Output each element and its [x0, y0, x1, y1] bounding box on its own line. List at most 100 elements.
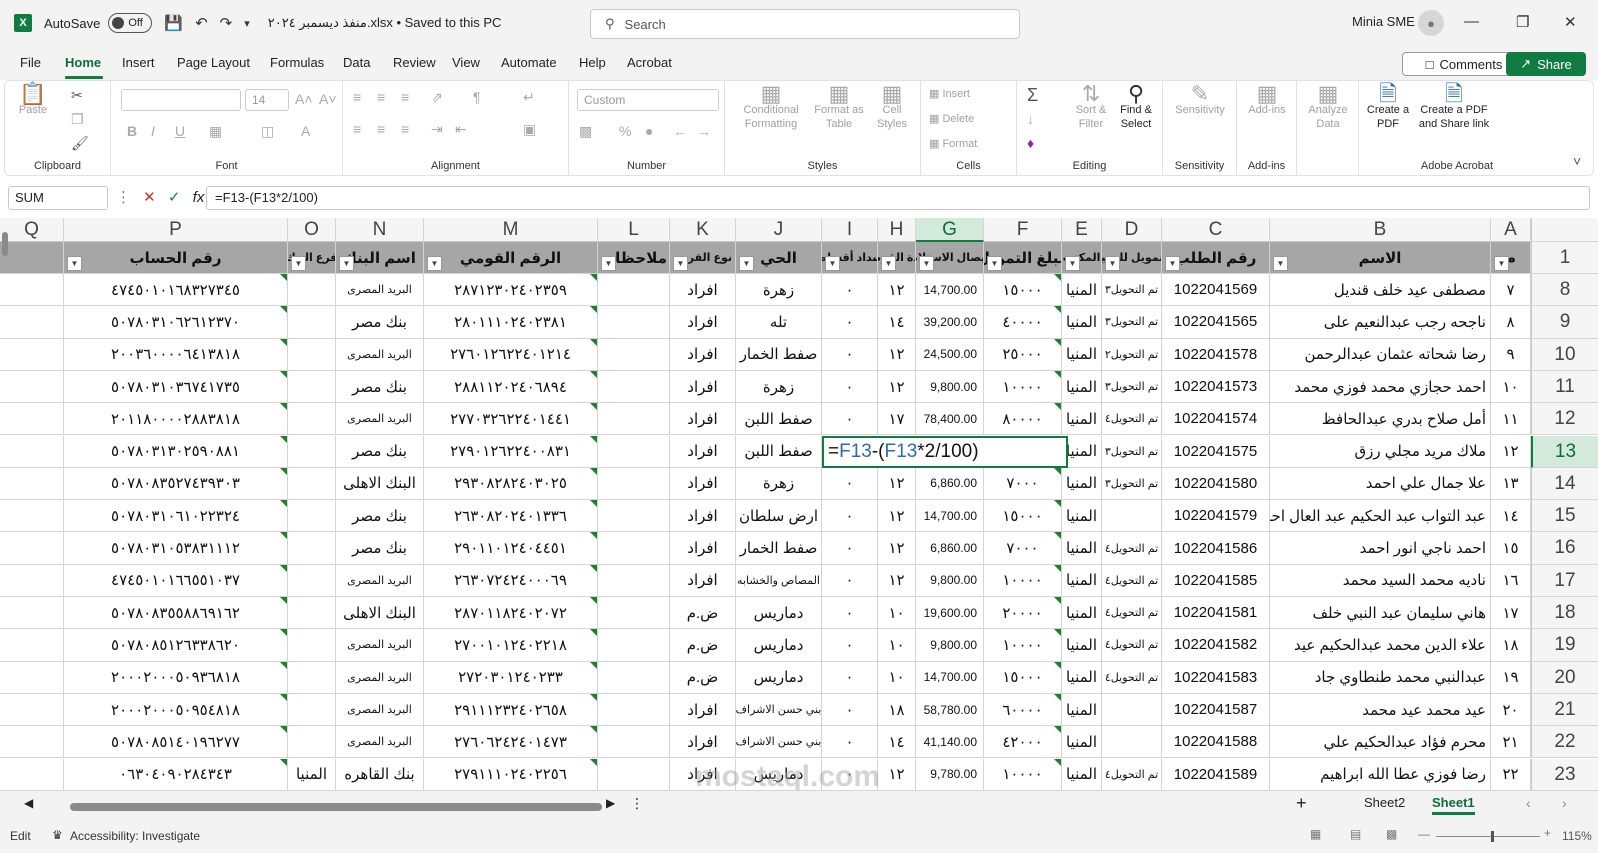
header-cell-a[interactable]: م ▼	[1491, 242, 1531, 274]
cell-d[interactable]: تم التحويل٣	[1102, 435, 1162, 468]
column-header-h[interactable]: H	[878, 218, 916, 242]
normal-view-icon[interactable]: ▦	[1310, 827, 1321, 841]
sort-filter-button[interactable]: ⇅ Sort & Filter	[1071, 83, 1111, 131]
cell-b[interactable]: عيد محمد عيد محمد	[1270, 693, 1491, 727]
font-color-icon[interactable]: A	[301, 123, 310, 139]
menu-data[interactable]: Data	[343, 55, 370, 70]
accessibility-status[interactable]: Accessibility: Investigate	[70, 829, 200, 843]
close-icon[interactable]: ✕	[1564, 13, 1577, 31]
cell-c[interactable]: 1022041578	[1162, 338, 1270, 371]
cell-l[interactable]	[598, 403, 670, 436]
cell-n[interactable]: البريد المصرى	[336, 338, 424, 371]
outdent-icon[interactable]: ⇤	[455, 121, 467, 138]
font-name-combo[interactable]	[121, 89, 241, 111]
header-cell-h[interactable]: مدة القرض▼	[878, 242, 916, 274]
cell-n[interactable]: البريد المصرى	[336, 564, 424, 597]
cell-l[interactable]	[598, 500, 670, 533]
cell-e[interactable]: المنيا	[1062, 403, 1102, 436]
menu-review[interactable]: Review	[393, 55, 436, 70]
cell-styles-button[interactable]: ▦ Cell Styles	[869, 83, 915, 131]
cell-k[interactable]: افراد	[670, 435, 736, 468]
cell-l[interactable]	[598, 435, 670, 468]
cell-k[interactable]: افراد	[670, 370, 736, 404]
cell-e[interactable]: المنيا	[1062, 274, 1102, 307]
cell-b[interactable]: احمد حجازي محمد فوزي محمد	[1270, 370, 1491, 404]
cell-o[interactable]	[288, 532, 336, 565]
cell-h[interactable]: ١٧	[878, 403, 916, 436]
cell-h[interactable]: ١٢	[878, 370, 916, 404]
sensitivity-button[interactable]: ✎ Sensitivity	[1167, 83, 1233, 117]
cell-k[interactable]: ض.م	[670, 597, 736, 630]
fx-icon[interactable]: fx	[193, 189, 205, 206]
align-bottom-icon[interactable]: ≡	[401, 89, 409, 105]
cell-l[interactable]	[598, 661, 670, 694]
cell-f[interactable]: ١٠٠٠٠	[984, 758, 1062, 790]
cell-i[interactable]: ٠	[822, 629, 878, 662]
redo-icon[interactable]: ↷	[220, 14, 233, 32]
column-header-a[interactable]: A	[1491, 218, 1531, 242]
cell-b[interactable]: عبدالنبي محمد طنطاوي جاد	[1270, 661, 1491, 694]
name-box[interactable]: SUM	[8, 186, 108, 210]
font-size-combo[interactable]: 14	[245, 89, 289, 111]
cell-l[interactable]	[598, 370, 670, 404]
cell-j[interactable]: تله	[736, 306, 822, 339]
column-header-k[interactable]: K	[670, 218, 736, 242]
cell-f[interactable]: ٢٥٠٠٠	[984, 338, 1062, 371]
bold-icon[interactable]: B	[127, 123, 137, 139]
scroll-right-icon[interactable]: ▶	[606, 796, 615, 810]
cell-p[interactable]: ٥٠٧٨٠٨٣٥٢٧٤٣٩٣٠٣	[64, 467, 288, 501]
menu-file[interactable]: File	[20, 55, 41, 70]
cell-n[interactable]: بنك القاهره	[336, 758, 424, 790]
vertical-scrollbar[interactable]	[2, 222, 10, 792]
currency-icon[interactable]: ▩	[579, 123, 592, 140]
cell-e[interactable]: المنيا	[1062, 306, 1102, 339]
cell-i[interactable]: ٠	[822, 274, 878, 307]
cell-p[interactable]: ٥٠٧٨٠٣١٠٣٦٧٤١٧٣٥	[64, 370, 288, 404]
row-header[interactable]: 20	[1531, 661, 1598, 694]
cell-a[interactable]: ١٥	[1491, 532, 1531, 565]
filter-dropdown-icon[interactable]: ▼	[339, 256, 354, 271]
cell-h[interactable]: ١٠	[878, 661, 916, 694]
cell-p[interactable]: ٠٦٣٠٤٠٩٠٢٨٤٣٤٣	[64, 758, 288, 790]
cell-n[interactable]: بنك مصر	[336, 370, 424, 404]
cancel-icon[interactable]: ✕	[143, 189, 156, 206]
cell-d[interactable]: تم التحويل٢	[1102, 338, 1162, 371]
zoom-out-icon[interactable]: —	[1418, 827, 1430, 841]
cell-h[interactable]: ١٢	[878, 274, 916, 307]
cell-a[interactable]: ١٣	[1491, 467, 1531, 501]
menu-insert[interactable]: Insert	[122, 55, 155, 70]
page-layout-view-icon[interactable]: ▤	[1350, 827, 1361, 841]
cell-b[interactable]: مصطفى عيد خلف قنديل	[1270, 274, 1491, 307]
enter-icon[interactable]: ✓	[168, 189, 181, 206]
cell-f[interactable]: ٤٢٠٠٠	[984, 726, 1062, 759]
header-cell-n[interactable]: اسم البنك ▼	[336, 242, 424, 274]
cell-e[interactable]: المنيا	[1062, 532, 1102, 565]
cell-b[interactable]: أمل صلاح بدري عبدالحافظ	[1270, 403, 1491, 436]
tab-sheet2[interactable]: Sheet2	[1364, 795, 1405, 810]
cell-g[interactable]: 9,800.00	[916, 564, 984, 597]
cell-c[interactable]: 1022041580	[1162, 467, 1270, 501]
row-header[interactable]: 9	[1531, 306, 1598, 339]
cell-c[interactable]: 1022041589	[1162, 758, 1270, 790]
restore-icon[interactable]: ❐	[1516, 13, 1529, 31]
cell-a[interactable]: ٢٠	[1491, 693, 1531, 727]
header-cell-f[interactable]: مبلغ التمويل▼	[984, 242, 1062, 274]
cell-i[interactable]: ٠	[822, 370, 878, 404]
borders-icon[interactable]: ▦	[209, 123, 222, 140]
cell-c[interactable]: 1022041579	[1162, 500, 1270, 533]
insert-cells-button[interactable]: ▦ Insert	[929, 87, 1009, 101]
cell-d[interactable]	[1102, 500, 1162, 533]
italic-icon[interactable]: I	[151, 123, 155, 139]
cell-m[interactable]: ٢٨٠١١١٠٢٤٠٢٣٨١	[424, 306, 598, 339]
text-direction-icon[interactable]: ¶	[473, 89, 481, 105]
cell-p[interactable]: ٤٧٤٥٠١٠١٦٦٥٥١٠٣٧	[64, 564, 288, 597]
cell-o[interactable]	[288, 597, 336, 630]
filter-dropdown-icon[interactable]: ▼	[1165, 256, 1180, 271]
column-header-n[interactable]: N	[336, 218, 424, 242]
column-header-b[interactable]: B	[1270, 218, 1491, 242]
cell-h[interactable]: ١٨	[878, 693, 916, 727]
cell-o[interactable]: المنيا	[288, 758, 336, 790]
cell-a[interactable]: ١٦	[1491, 564, 1531, 597]
filter-dropdown-icon[interactable]: ▼	[881, 256, 896, 271]
header-cell-o[interactable]: فرع البنك ▼	[288, 242, 336, 274]
